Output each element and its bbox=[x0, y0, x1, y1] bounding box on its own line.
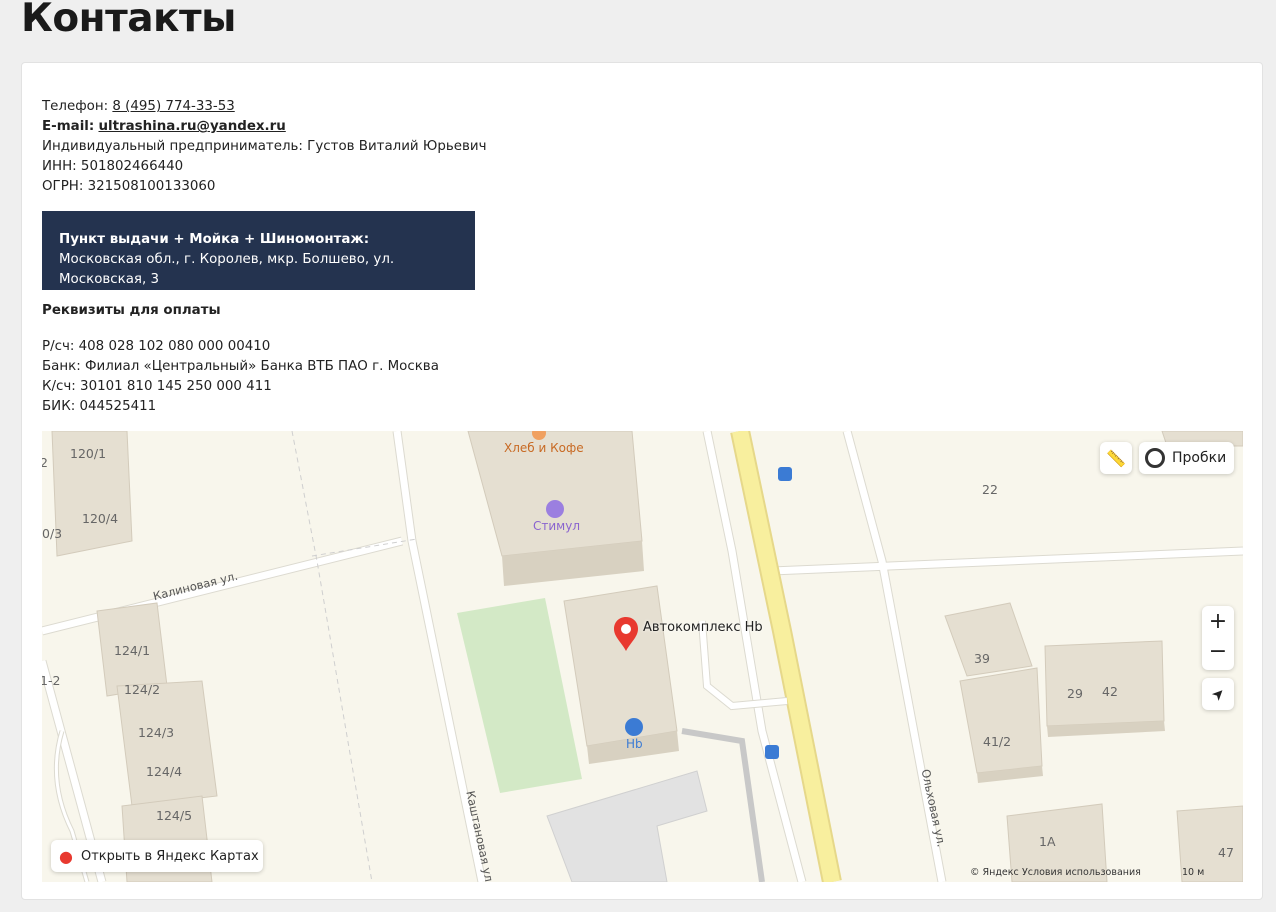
bank-text: Банк: Филиал «Центральный» Банка ВТБ ПАО… bbox=[42, 359, 439, 374]
poi-hb[interactable]: Hb bbox=[626, 737, 643, 751]
ruler-icon: 📏 bbox=[1106, 448, 1126, 468]
requisites-title: Реквизиты для оплаты bbox=[42, 303, 221, 318]
yandex-map[interactable]: Хлеб и Кофе Стимул Автокомплекс Hb Hb Ка… bbox=[42, 431, 1243, 882]
poi-stimul[interactable]: Стимул bbox=[533, 519, 580, 533]
bik-text: БИК: 044525411 bbox=[42, 399, 157, 414]
page-title: Контакты bbox=[21, 0, 236, 41]
account-text: Р/сч: 408 028 102 080 000 00410 bbox=[42, 339, 271, 354]
map-copyright[interactable]: © Яндекс bbox=[970, 867, 1019, 878]
ruler-button[interactable]: 📏 bbox=[1100, 442, 1132, 474]
open-in-yandex-maps-button[interactable]: ● Открыть в Яндекс Картах bbox=[51, 840, 263, 872]
contact-info: Телефон: 8 (495) 774-33-53 E-mail: ultra… bbox=[42, 97, 487, 197]
house-label: 1-2 bbox=[42, 673, 61, 688]
house-label: 22 bbox=[982, 482, 998, 497]
phone-line: Телефон: 8 (495) 774-33-53 bbox=[42, 97, 487, 117]
house-label: 124/1 bbox=[114, 643, 151, 658]
house-label: 124/5 bbox=[156, 808, 193, 823]
traffic-label: Пробки bbox=[1172, 450, 1227, 466]
contacts-card: Телефон: 8 (495) 774-33-53 E-mail: ultra… bbox=[21, 62, 1263, 900]
phone-label: Телефон: bbox=[42, 99, 109, 114]
ogrn-text: ОГРН: 321508100133060 bbox=[42, 179, 216, 194]
zoom-control: + − bbox=[1202, 606, 1234, 670]
pickup-box: Пункт выдачи + Мойка + Шиномонтаж: Моско… bbox=[42, 211, 475, 290]
traffic-button[interactable]: Пробки bbox=[1139, 442, 1234, 474]
zoom-out-button[interactable]: − bbox=[1209, 638, 1227, 670]
pickup-address: Московская обл., г. Королев, мкр. Болшев… bbox=[59, 252, 395, 287]
zoom-in-button[interactable]: + bbox=[1209, 606, 1227, 638]
map-canvas bbox=[42, 431, 1243, 882]
entrepreneur-text: Индивидуальный предприниматель: Густов В… bbox=[42, 139, 487, 154]
house-label: 1А bbox=[1039, 834, 1056, 849]
poi-bread-coffee[interactable]: Хлеб и Кофе bbox=[504, 441, 584, 455]
house-label: 42 bbox=[1102, 684, 1118, 699]
house-label: 2 bbox=[42, 455, 48, 470]
house-label: 120/4 bbox=[82, 511, 119, 526]
house-label: 39 bbox=[974, 651, 990, 666]
inn-text: ИНН: 501802466440 bbox=[42, 159, 184, 174]
map-pin-icon: ● bbox=[59, 846, 73, 866]
email-link[interactable]: ultrashina.ru@yandex.ru bbox=[99, 119, 286, 134]
house-label: 120/1 bbox=[70, 446, 107, 461]
email-label: E-mail: bbox=[42, 119, 95, 134]
house-label: 29 bbox=[1067, 686, 1083, 701]
house-label: 41/2 bbox=[983, 734, 1012, 749]
open-in-yandex-maps-label: Открыть в Яндекс Картах bbox=[80, 848, 259, 864]
house-label: 124/4 bbox=[146, 764, 183, 779]
pickup-title: Пункт выдачи + Мойка + Шиномонтаж: bbox=[59, 232, 370, 247]
map-scale: 10 м bbox=[1182, 867, 1205, 878]
traffic-icon bbox=[1145, 448, 1165, 468]
geolocation-button[interactable]: ➤ bbox=[1202, 678, 1234, 710]
house-label: 0/3 bbox=[42, 526, 63, 541]
phone-link[interactable]: 8 (495) 774-33-53 bbox=[112, 99, 234, 114]
location-arrow-icon: ➤ bbox=[1207, 683, 1229, 705]
email-line: E-mail: ultrashina.ru@yandex.ru bbox=[42, 117, 487, 137]
poi-autocomplex[interactable]: Автокомплекс Hb bbox=[643, 620, 763, 635]
map-terms-link[interactable]: Условия использования bbox=[1022, 867, 1141, 878]
house-label: 124/3 bbox=[138, 725, 175, 740]
corr-account-text: К/сч: 30101 810 145 250 000 411 bbox=[42, 379, 272, 394]
house-label: 47 bbox=[1218, 845, 1234, 860]
house-label: 124/2 bbox=[124, 682, 161, 697]
requisites-list: Р/сч: 408 028 102 080 000 00410 Банк: Фи… bbox=[42, 337, 439, 417]
